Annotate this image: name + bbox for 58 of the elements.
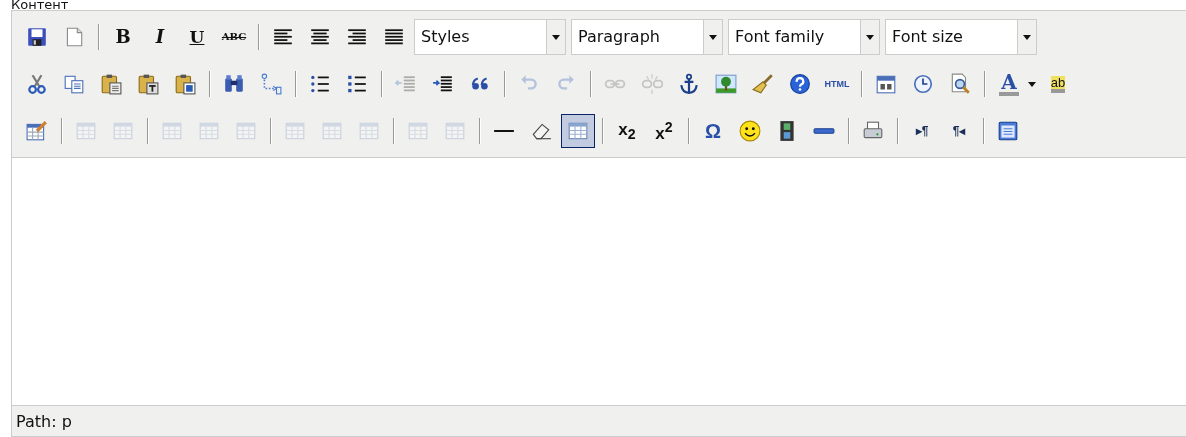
- broken-chain-icon: [641, 73, 663, 95]
- replace-icon: [260, 73, 282, 95]
- highlight-button[interactable]: ab: [1041, 67, 1075, 101]
- dropdown[interactable]: Paragraph: [571, 19, 723, 55]
- table-icon: [161, 120, 183, 142]
- table-icon: [198, 120, 220, 142]
- table-icon: [112, 120, 134, 142]
- field-label: Контент: [10, 0, 70, 10]
- table-icon: [407, 120, 429, 142]
- table-icon: [358, 120, 380, 142]
- caret-icon: [1023, 34, 1031, 40]
- superscript-button[interactable]: x$^{2}$: [647, 114, 681, 148]
- smiley-icon: [739, 120, 761, 142]
- subscript-button[interactable]: x$_{2}$: [610, 114, 644, 148]
- caret-icon: [709, 34, 717, 40]
- rtl-button[interactable]: ¶◂: [942, 114, 976, 148]
- help-icon: [789, 73, 811, 95]
- copy-icon: [63, 73, 85, 95]
- ltr-button[interactable]: ▸¶: [905, 114, 939, 148]
- caret-icon: [552, 34, 560, 40]
- clock-icon: [912, 73, 934, 95]
- dropdown[interactable]: Styles: [414, 19, 566, 55]
- horizontal-bar-icon: [813, 128, 835, 134]
- calendar-icon: [875, 73, 897, 95]
- clipboard-icon: [174, 73, 196, 95]
- preview-icon: [949, 73, 971, 95]
- horizontal-rule-icon: [493, 130, 515, 132]
- numbered-list-icon: [346, 73, 368, 95]
- brush-icon: [752, 73, 774, 95]
- dropdown[interactable]: Font size: [885, 19, 1037, 55]
- path-label: Path: p: [16, 412, 72, 431]
- anchor-icon: [678, 73, 700, 95]
- table-icon: [321, 120, 343, 142]
- scissors-icon: [26, 73, 48, 95]
- caret-icon: [1028, 81, 1036, 87]
- dropdown[interactable]: Font family: [728, 19, 880, 55]
- clipboard-icon: [100, 73, 122, 95]
- binoculars-icon: [223, 73, 245, 95]
- bullet-list-icon: [309, 73, 331, 95]
- table-pencil-icon: [26, 120, 48, 142]
- omega-button[interactable]: Ω: [696, 114, 730, 148]
- html-button[interactable]: HTML: [820, 67, 854, 101]
- table-icon: [284, 120, 306, 142]
- table-icon: [235, 120, 257, 142]
- caret-icon: [866, 34, 874, 40]
- table-icon: [75, 120, 97, 142]
- clipboard-icon: [137, 73, 159, 95]
- tree-picture-icon: [715, 73, 737, 95]
- table-icon: [567, 120, 589, 142]
- save-icon: [26, 26, 48, 48]
- table-grid-button[interactable]: [561, 114, 595, 148]
- italic-button[interactable]: I: [143, 20, 177, 54]
- underline-button[interactable]: U: [180, 20, 214, 54]
- table-icon: [444, 120, 466, 142]
- strikethrough-button[interactable]: ABC: [217, 20, 251, 54]
- bold-button[interactable]: B: [106, 20, 140, 54]
- window-icon: [997, 120, 1019, 142]
- text-color-button[interactable]: A: [992, 67, 1026, 101]
